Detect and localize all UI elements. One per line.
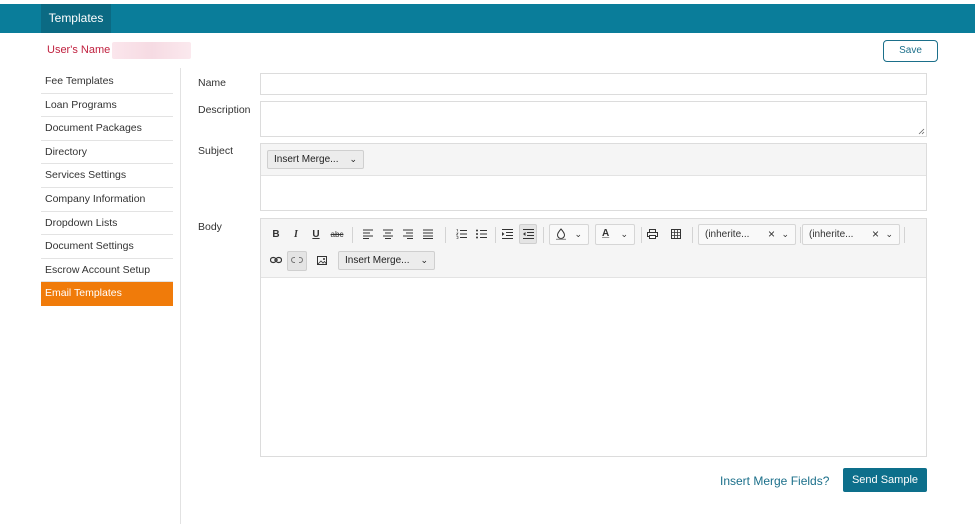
image-icon [316, 256, 327, 265]
toolbar-separator [904, 227, 905, 243]
sidebar-item-email-templates[interactable]: Email Templates [41, 282, 173, 306]
chevron-down-icon: ⌄ [885, 229, 893, 239]
insert-image-button[interactable] [313, 252, 331, 271]
top-nav-bar: Templates [0, 4, 975, 33]
toolbar-separator [495, 227, 496, 243]
ordered-list-icon [455, 229, 467, 239]
body-content-area[interactable] [261, 279, 926, 456]
outdent-icon [522, 229, 534, 239]
toolbar-separator [641, 227, 642, 243]
table-icon [671, 229, 681, 239]
chevron-down-icon: ⌄ [620, 229, 628, 239]
toolbar-separator [445, 227, 446, 243]
bold-button[interactable]: B [269, 225, 283, 244]
print-button[interactable] [643, 225, 661, 244]
toolbar-separator [692, 227, 693, 243]
align-justify-button[interactable] [420, 225, 436, 244]
font-family-value: (inherite... [705, 229, 750, 240]
font-color-icon: A [602, 228, 610, 239]
align-left-icon [363, 229, 373, 239]
body-insert-merge-label: Insert Merge... [345, 255, 410, 266]
indent-icon [501, 229, 513, 239]
sidebar-item-services-settings[interactable]: Services Settings [41, 164, 173, 188]
toolbar-separator [352, 227, 353, 243]
font-size-dropdown[interactable]: (inherite... × ⌄ [802, 224, 900, 245]
align-center-icon [383, 229, 393, 239]
body-insert-merge-dropdown[interactable]: Insert Merge... ⌄ [338, 251, 435, 270]
body-toolbar: B I U abc ⌄ A ⌄ (inherite... × ⌄ (inheri… [261, 219, 926, 278]
insert-link-button[interactable] [267, 252, 285, 271]
align-right-icon [403, 229, 413, 239]
font-color-dropdown[interactable]: A ⌄ [595, 224, 635, 245]
unordered-list-button[interactable] [473, 225, 489, 244]
align-right-button[interactable] [400, 225, 416, 244]
chevron-down-icon: ⌄ [781, 229, 789, 239]
clear-icon[interactable]: × [872, 225, 879, 244]
description-label: Description [198, 104, 251, 116]
align-left-button[interactable] [360, 225, 376, 244]
italic-button[interactable]: I [289, 225, 303, 244]
align-justify-icon [423, 229, 433, 239]
sidebar-nav: Fee Templates Loan Programs Document Pac… [41, 70, 173, 306]
subject-insert-merge-label: Insert Merge... [274, 154, 339, 165]
resize-handle-icon[interactable] [918, 128, 925, 135]
insert-table-button[interactable] [667, 225, 685, 244]
chevron-down-icon: ⌄ [574, 229, 582, 239]
toolbar-separator [800, 227, 801, 243]
sidebar-item-escrow-account-setup[interactable]: Escrow Account Setup [41, 259, 173, 283]
sidebar-item-document-settings[interactable]: Document Settings [41, 235, 173, 259]
tab-templates[interactable]: Templates [41, 4, 111, 33]
unordered-list-icon [475, 229, 487, 239]
sidebar-item-loan-programs[interactable]: Loan Programs [41, 94, 173, 118]
sidebar-item-document-packages[interactable]: Document Packages [41, 117, 173, 141]
fill-drop-icon [556, 228, 566, 240]
clear-icon[interactable]: × [768, 225, 775, 244]
font-family-dropdown[interactable]: (inherite... × ⌄ [698, 224, 796, 245]
description-textarea[interactable] [260, 101, 927, 137]
outdent-button[interactable] [519, 224, 537, 244]
users-name-value-redacted [112, 42, 191, 59]
indent-button[interactable] [499, 225, 515, 244]
unlink-icon [291, 257, 303, 263]
sidebar-item-company-information[interactable]: Company Information [41, 188, 173, 212]
sidebar-item-fee-templates[interactable]: Fee Templates [41, 70, 173, 94]
chevron-down-icon: ⌄ [349, 154, 357, 164]
send-sample-button[interactable]: Send Sample [843, 468, 927, 492]
remove-link-button[interactable] [287, 251, 307, 271]
sidebar-item-dropdown-lists[interactable]: Dropdown Lists [41, 212, 173, 236]
name-input[interactable] [260, 73, 927, 95]
users-name-label: User's Name : [47, 44, 117, 56]
subject-editor: Insert Merge... ⌄ [260, 143, 927, 211]
save-button[interactable]: Save [883, 40, 938, 62]
strikethrough-button[interactable]: abc [329, 225, 345, 244]
subject-label: Subject [198, 145, 234, 157]
subject-insert-merge-dropdown[interactable]: Insert Merge... ⌄ [267, 150, 364, 169]
name-label: Name [198, 77, 227, 89]
font-size-value: (inherite... [809, 229, 854, 240]
subject-toolbar: Insert Merge... ⌄ [261, 144, 926, 176]
ordered-list-button[interactable] [453, 225, 469, 244]
printer-icon [646, 229, 658, 239]
chevron-down-icon: ⌄ [420, 255, 428, 265]
subject-input[interactable] [261, 177, 926, 210]
insert-merge-fields-link[interactable]: Insert Merge Fields? [720, 474, 829, 488]
body-editor: B I U abc ⌄ A ⌄ (inherite... × ⌄ (inheri… [260, 218, 927, 457]
toolbar-separator [543, 227, 544, 243]
sidebar-item-directory[interactable]: Directory [41, 141, 173, 165]
align-center-button[interactable] [380, 225, 396, 244]
underline-button[interactable]: U [309, 225, 323, 244]
link-icon [270, 256, 282, 264]
background-color-dropdown[interactable]: ⌄ [549, 224, 589, 245]
body-label: Body [198, 221, 222, 233]
sidebar-divider [180, 68, 181, 524]
